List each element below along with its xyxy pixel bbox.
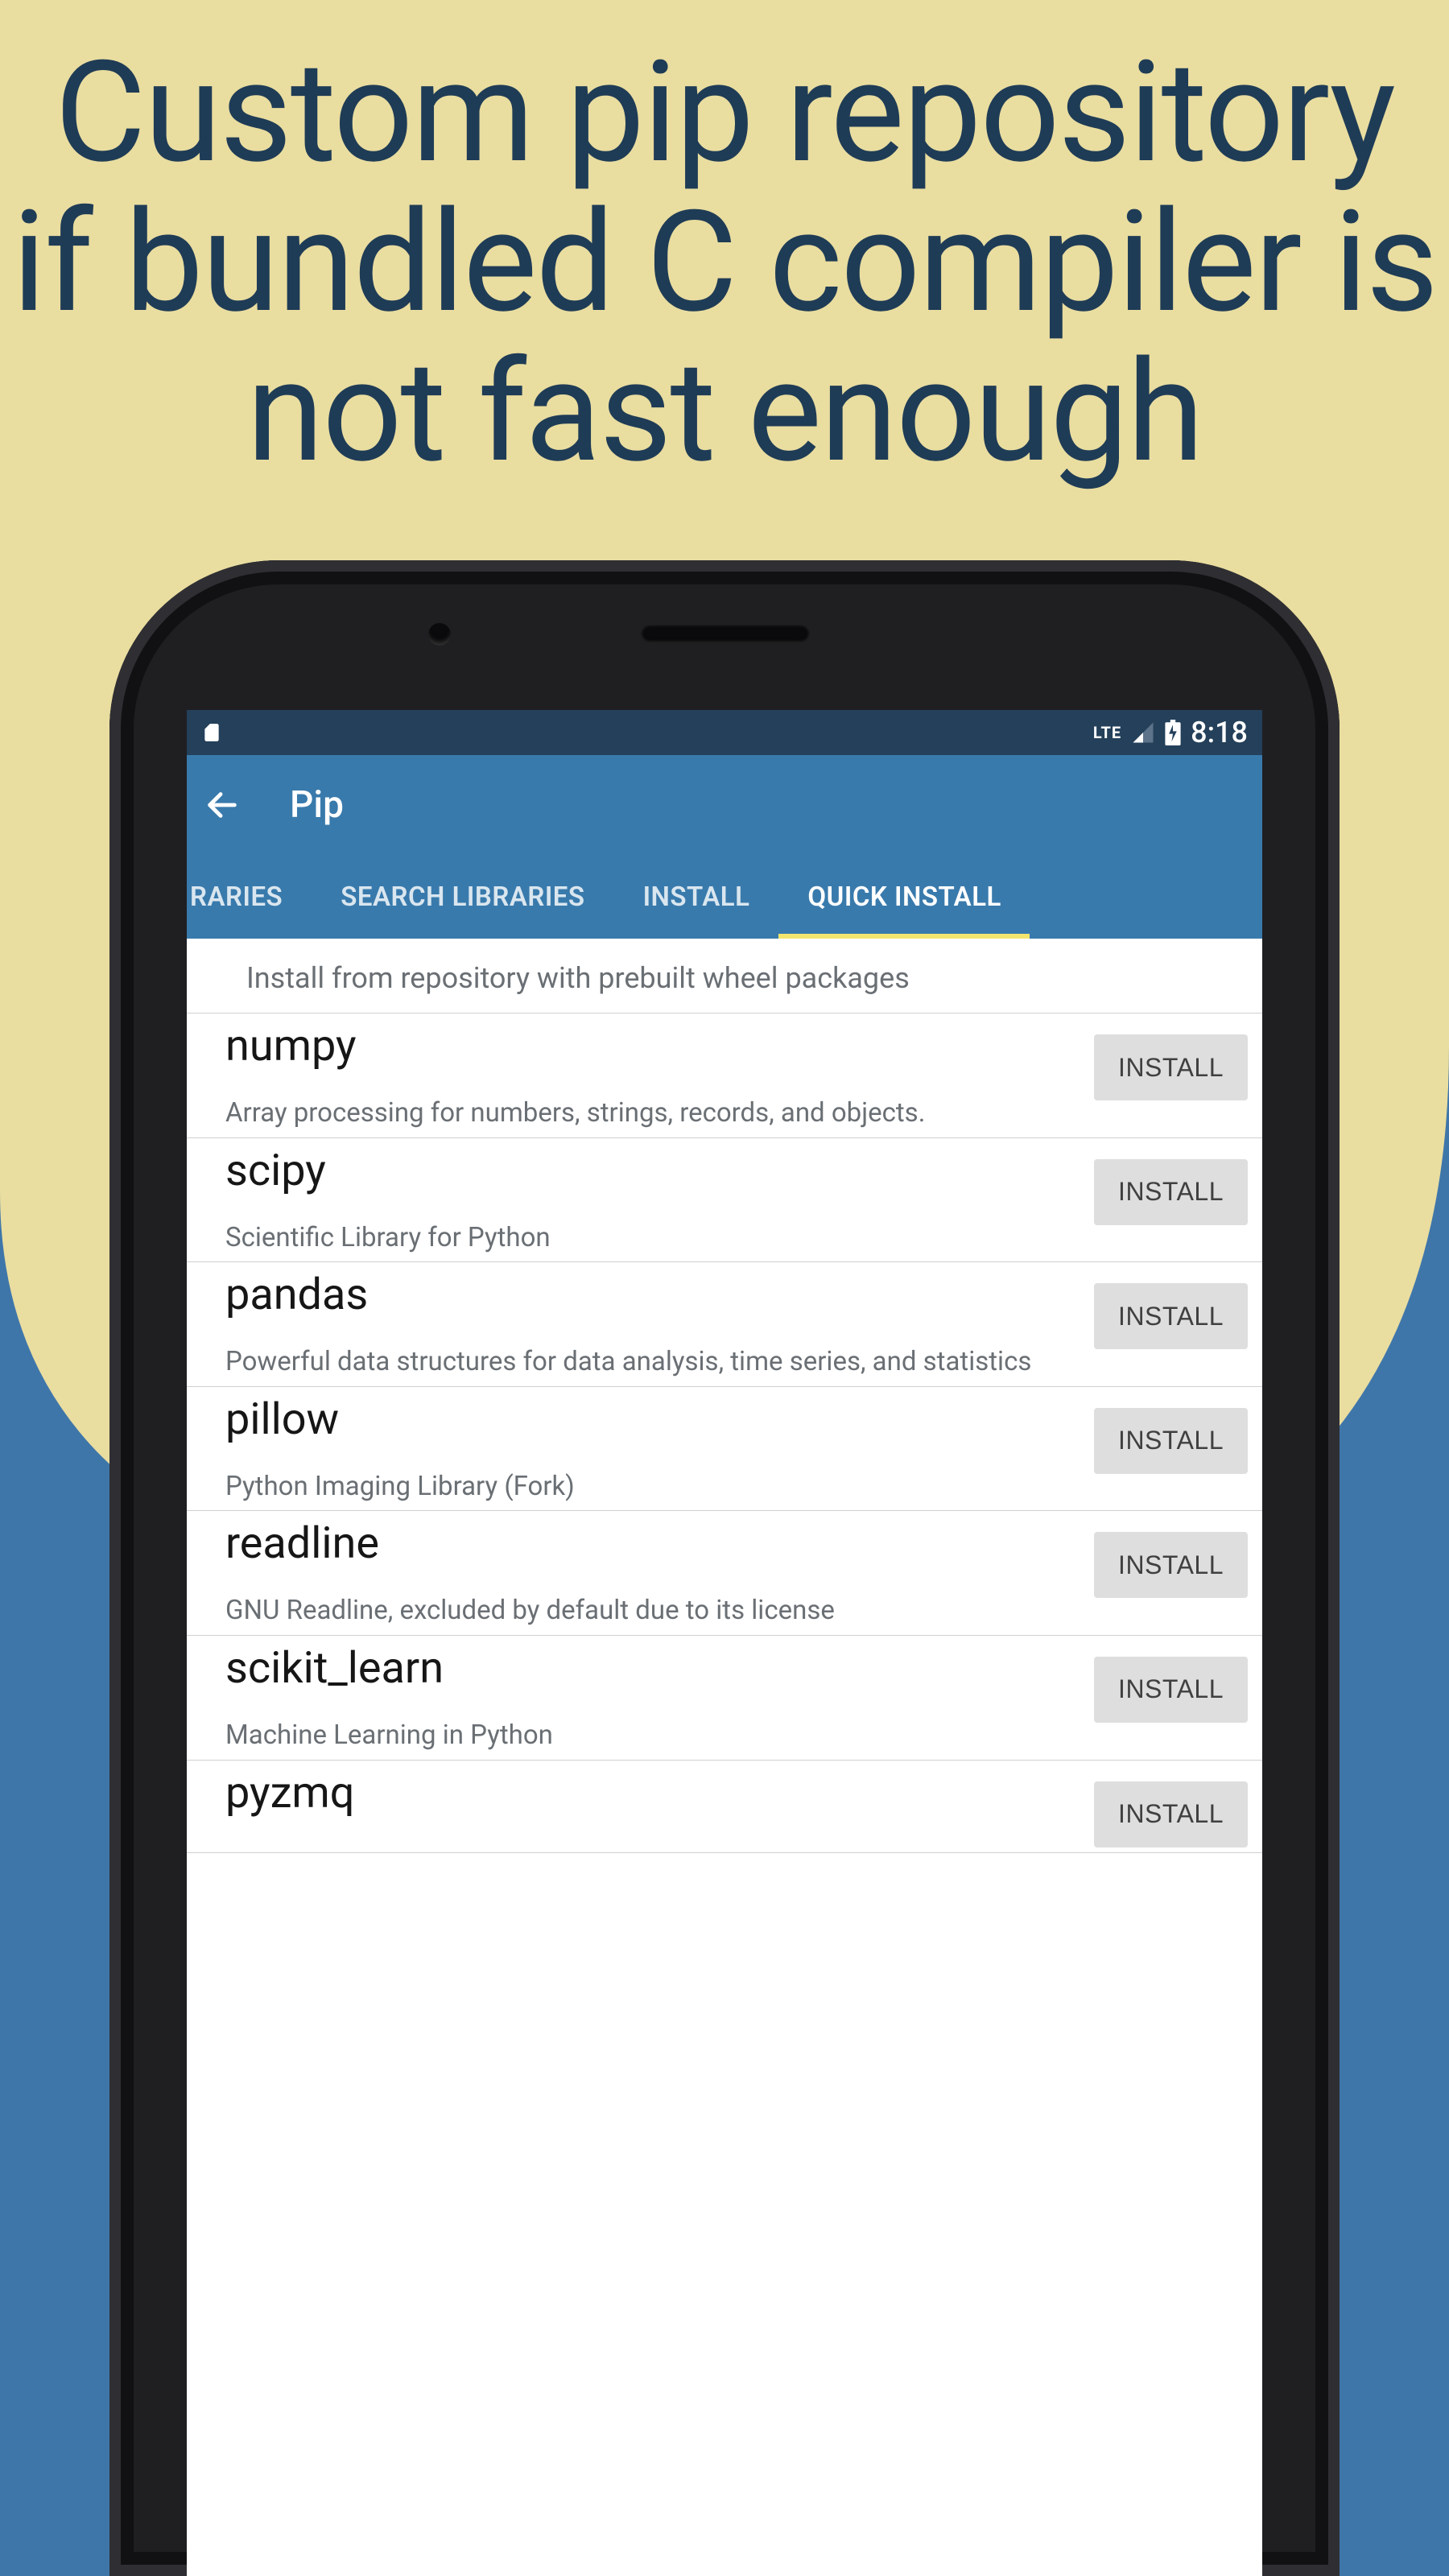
helper-text: Install from repository with prebuilt wh… xyxy=(187,939,1262,1013)
package-name: pandas xyxy=(225,1274,1081,1327)
package-row: pandasPowerful data structures for data … xyxy=(187,1262,1262,1387)
tab-search-libraries[interactable]: SEARCH LIBRARIES xyxy=(312,855,613,939)
signal-icon xyxy=(1131,720,1155,745)
package-row: scikit_learnMachine Learning in PythonIN… xyxy=(187,1636,1262,1761)
package-row: scipyScientific Library for PythonINSTAL… xyxy=(187,1138,1262,1263)
package-row: numpyArray processing for numbers, strin… xyxy=(187,1013,1262,1138)
clock: 8:18 xyxy=(1191,716,1248,749)
package-name: scikit_learn xyxy=(225,1647,1081,1700)
package-row: readlineGNU Readline, excluded by defaul… xyxy=(187,1511,1262,1636)
tab-quick-install[interactable]: QUICK INSTALL xyxy=(778,855,1030,939)
package-description: Array processing for numbers, strings, r… xyxy=(225,1078,1081,1137)
package-description: Powerful data structures for data analys… xyxy=(225,1327,1081,1386)
package-name: pyzmq xyxy=(225,1772,1081,1825)
back-arrow-icon[interactable] xyxy=(203,786,242,824)
package-description: Machine Learning in Python xyxy=(225,1700,1081,1760)
package-description: Scientific Library for Python xyxy=(225,1203,1081,1262)
package-name: readline xyxy=(225,1522,1081,1575)
package-description: GNU Readline, excluded by default due to… xyxy=(225,1575,1081,1635)
install-button[interactable]: INSTALL xyxy=(1094,1781,1248,1847)
phone-frame: LTE 8:18 Pip RARIESSEARCH LIBRARIESINSTA… xyxy=(109,560,1340,2576)
install-button[interactable]: INSTALL xyxy=(1094,1408,1248,1474)
install-button[interactable]: INSTALL xyxy=(1094,1159,1248,1225)
package-description: Python Imaging Library (Fork) xyxy=(225,1451,1081,1511)
package-description xyxy=(225,1825,1081,1852)
lte-indicator: LTE xyxy=(1093,723,1121,742)
install-button[interactable]: INSTALL xyxy=(1094,1657,1248,1723)
appbar-title: Pip xyxy=(290,783,344,827)
app-bar: Pip xyxy=(187,755,1262,855)
install-button[interactable]: INSTALL xyxy=(1094,1034,1248,1100)
install-button[interactable]: INSTALL xyxy=(1094,1532,1248,1598)
package-row: pyzmqINSTALL xyxy=(187,1761,1262,1853)
phone-screen: LTE 8:18 Pip RARIESSEARCH LIBRARIESINSTA… xyxy=(187,710,1262,2576)
promo-title: Custom pip repository if bundled C compi… xyxy=(0,39,1449,489)
package-row: pillowPython Imaging Library (Fork)INSTA… xyxy=(187,1387,1262,1512)
status-bar: LTE 8:18 xyxy=(187,710,1262,755)
tab-bar: RARIESSEARCH LIBRARIESINSTALLQUICK INSTA… xyxy=(187,855,1262,939)
tab-raries[interactable]: RARIES xyxy=(187,855,312,939)
package-name: pillow xyxy=(225,1398,1081,1451)
content-area[interactable]: Install from repository with prebuilt wh… xyxy=(187,939,1262,2576)
tab-install[interactable]: INSTALL xyxy=(614,855,779,939)
package-name: numpy xyxy=(225,1025,1081,1078)
package-name: scipy xyxy=(225,1150,1081,1203)
install-button[interactable]: INSTALL xyxy=(1094,1283,1248,1349)
sd-card-icon xyxy=(201,720,222,745)
battery-charging-icon xyxy=(1165,720,1181,745)
